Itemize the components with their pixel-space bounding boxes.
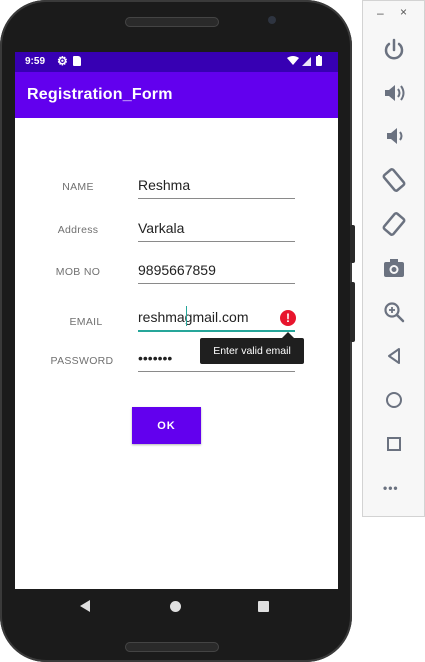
password-label: PASSWORD	[50, 355, 114, 367]
power-icon[interactable]	[379, 35, 409, 65]
email-field[interactable]: reshmagmail.com	[138, 306, 295, 332]
rotate-left-icon[interactable]	[379, 165, 409, 195]
zoom-icon[interactable]	[379, 297, 409, 327]
wifi-signal-battery-icon	[287, 55, 322, 66]
minimize-button[interactable]: –	[377, 6, 384, 20]
status-icons	[286, 55, 330, 70]
volume-down-icon[interactable]	[379, 121, 409, 151]
emulator-control-panel: – × •••	[362, 0, 425, 517]
sd-card-icon	[73, 56, 81, 66]
name-label: NAME	[62, 181, 94, 193]
status-time: 9:59	[25, 56, 46, 67]
mob-label: MOB NO	[55, 266, 101, 278]
name-value: Reshma	[138, 177, 191, 193]
page-title: Registration_Form	[27, 86, 173, 103]
mob-value: 9895667859	[138, 262, 216, 278]
bottom-speaker	[125, 642, 219, 652]
address-label: Address	[57, 224, 99, 236]
camera-icon[interactable]	[379, 253, 409, 283]
more-icon[interactable]: •••	[383, 481, 399, 495]
email-value: reshmagmail.com	[138, 309, 249, 325]
home-icon[interactable]	[379, 385, 409, 415]
password-field[interactable]: •••••••	[138, 349, 295, 372]
status-bar: 9:59 ⚙	[15, 52, 338, 72]
device-frame: 9:59 ⚙ Registration_Form NAME Reshma Add…	[0, 0, 355, 662]
ok-button[interactable]: OK	[132, 407, 201, 444]
text-cursor	[186, 306, 187, 326]
address-value: Varkala	[138, 220, 185, 236]
gear-icon: ⚙	[57, 54, 68, 68]
back-icon[interactable]	[80, 600, 90, 612]
overview-icon[interactable]	[379, 429, 409, 459]
side-button	[350, 282, 355, 342]
email-label: EMAIL	[69, 316, 103, 328]
side-button	[350, 225, 355, 263]
top-speaker	[125, 17, 219, 27]
volume-up-icon[interactable]	[379, 78, 409, 108]
close-button[interactable]: ×	[400, 5, 407, 19]
front-camera	[268, 16, 276, 24]
mob-field[interactable]: 9895667859	[138, 261, 295, 284]
password-value: •••••••	[138, 350, 173, 366]
error-icon[interactable]: !	[280, 310, 296, 326]
name-field[interactable]: Reshma	[138, 176, 295, 199]
home-icon[interactable]	[170, 601, 181, 612]
overview-icon[interactable]	[258, 601, 269, 612]
back-icon[interactable]	[379, 341, 409, 371]
app-bar: Registration_Form	[15, 72, 338, 118]
app-screen: 9:59 ⚙ Registration_Form NAME Reshma Add…	[15, 52, 338, 589]
address-field[interactable]: Varkala	[138, 219, 295, 242]
rotate-right-icon[interactable]	[379, 209, 409, 239]
